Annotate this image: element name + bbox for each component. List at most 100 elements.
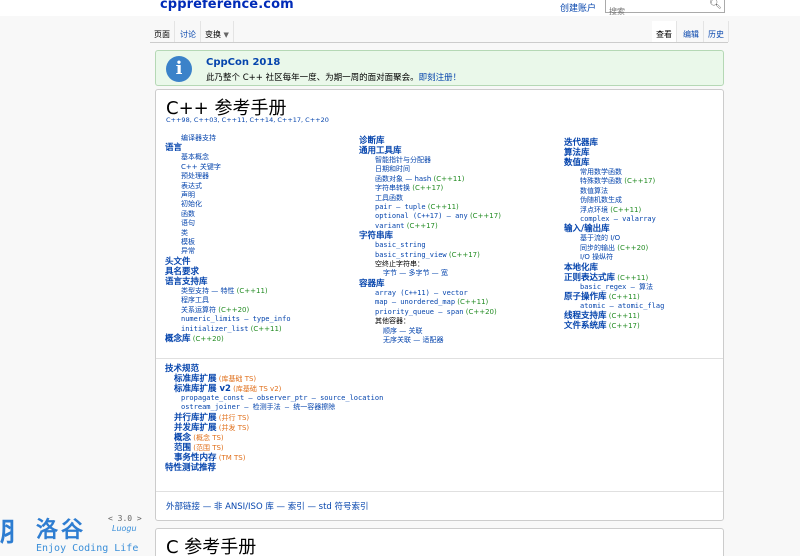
- list-item[interactable]: 顺序 — 关联: [359, 327, 564, 336]
- register-link[interactable]: 即刻注册！: [419, 73, 462, 83]
- section-heading[interactable]: 标准库扩展 v2 (库基础 TS v2): [165, 384, 715, 394]
- luogu-slogan: Enjoy Coding Life: [36, 543, 139, 554]
- section-heading[interactable]: 本地化库: [564, 263, 724, 273]
- notice-text: 此乃整个 C++ 社区每年一度、为期一周的面对面聚会。即刻注册！: [206, 73, 462, 83]
- list-item[interactable]: array (C++11) — vector: [359, 289, 564, 298]
- section-heading[interactable]: 诊断库: [359, 136, 564, 146]
- c-reference-title[interactable]: C 参考手册: [166, 533, 256, 556]
- list-item[interactable]: C++ 关键字: [165, 163, 355, 172]
- list-item[interactable]: map — unordered_map (C++11): [359, 298, 564, 307]
- top-bar: cppreference.com 创建账户 🔍︎: [0, 0, 800, 18]
- tab-variants[interactable]: 变换 ▼: [201, 21, 234, 42]
- create-account-link[interactable]: 创建账户: [560, 1, 596, 14]
- list-item[interactable]: 伪随机数生成: [564, 196, 724, 205]
- section-heading[interactable]: 概念库 (C++20): [165, 334, 355, 344]
- list-item[interactable]: 异常: [165, 247, 355, 256]
- site-logo[interactable]: cppreference.com: [160, 0, 294, 12]
- luogu-version: < 3.0 >: [108, 514, 142, 523]
- list-item[interactable]: 浮点环境 (C++11): [564, 206, 724, 215]
- list-item[interactable]: 预处理器: [165, 172, 355, 181]
- list-item[interactable]: 初始化: [165, 200, 355, 209]
- list-item[interactable]: 智能指针与分配器: [359, 156, 564, 165]
- tab-discussion[interactable]: 讨论: [176, 21, 201, 42]
- list-item[interactable]: initializer_list (C++11): [165, 325, 355, 334]
- list-item[interactable]: 字节 — 多字节 — 宽: [359, 269, 564, 278]
- column-language: 编译器支持 语言 基本概念 C++ 关键字 预处理器 表达式 声明 初始化 函数 语句类模板 异常头…: [165, 134, 355, 344]
- section-heading[interactable]: 具名要求: [165, 267, 355, 277]
- section-heading[interactable]: 范围 (范围 TS): [165, 443, 715, 453]
- search-input[interactable]: [606, 5, 706, 18]
- list-item[interactable]: basic_regex — 算法: [564, 283, 724, 292]
- section-heading[interactable]: 特性测试推荐: [165, 463, 715, 473]
- list-item[interactable]: 类: [165, 229, 355, 238]
- search-box[interactable]: 🔍︎: [605, 0, 725, 18]
- list-item[interactable]: ostream_joiner — 检测手法 — 统一容器擦除: [165, 403, 715, 412]
- section-heading[interactable]: 文件系统库 (C++17): [564, 321, 724, 331]
- list-item: 其他容器：: [375, 317, 410, 326]
- list-item[interactable]: 函数: [165, 210, 355, 219]
- footer-links[interactable]: 外部链接 — 非 ANSI/ISO 库 — 索引 — std 符号索引: [166, 500, 369, 512]
- section-heading[interactable]: 字符串库: [359, 231, 564, 241]
- tab-view[interactable]: 查看: [652, 21, 677, 42]
- section-heading[interactable]: 迭代器库: [564, 138, 724, 148]
- list-item[interactable]: 函数对象 — hash (C++11): [359, 175, 564, 184]
- list-item[interactable]: 语句: [165, 219, 355, 228]
- list-item[interactable]: 编译器支持: [165, 134, 355, 143]
- search-icon[interactable]: 🔍︎: [709, 0, 722, 10]
- section-heading[interactable]: 通用工具库: [359, 146, 564, 156]
- section-heading[interactable]: 原子操作库 (C++11): [564, 292, 724, 302]
- notice-title[interactable]: CppCon 2018: [206, 57, 280, 68]
- section-heading[interactable]: 语言支持库: [165, 277, 355, 287]
- section-heading[interactable]: 数值库: [564, 158, 724, 168]
- section-heading[interactable]: 事务性内存 (TM TS): [165, 453, 715, 463]
- luogu-logo-icon: ⺼: [0, 518, 27, 548]
- section-heading[interactable]: 容器库: [359, 279, 564, 289]
- divider: [156, 358, 723, 359]
- section-heading[interactable]: 并行库扩展 (并行 TS): [165, 413, 715, 423]
- list-item[interactable]: 常用数学函数: [564, 168, 724, 177]
- section-heading[interactable]: 并发库扩展 (并发 TS): [165, 423, 715, 433]
- standard-versions[interactable]: C++98, C++03, C++11, C++14, C++17, C++20: [166, 116, 329, 124]
- section-heading[interactable]: 正则表达式库 (C++11): [564, 273, 724, 283]
- section-heading[interactable]: 输入/输出库: [564, 224, 724, 234]
- list-item[interactable]: pair — tuple (C++11): [359, 203, 564, 212]
- list-item[interactable]: 数值算法: [564, 187, 724, 196]
- column-more-libraries: 迭代器库 算法库 数值库 常用数学函数 特殊数学函数 (C++17) 数值算法 伪随机数生成…: [564, 138, 724, 331]
- section-heading[interactable]: 技术规范: [165, 364, 715, 374]
- list-item[interactable]: I/O 操纵符: [564, 253, 724, 262]
- list-item[interactable]: variant (C++17): [359, 222, 564, 231]
- list-item[interactable]: 类型支持 — 特性 (C++11): [165, 287, 355, 296]
- cpp-reference-panel: C++ 参考手册 C++98, C++03, C++11, C++14, C++…: [155, 89, 724, 521]
- list-item[interactable]: basic_string: [359, 241, 564, 250]
- list-item[interactable]: 基于流的 I/O: [564, 234, 724, 243]
- column-libraries: 诊断库 通用工具库 智能指针与分配器 日期和时间 函数对象 — hash (C++11)…: [359, 136, 564, 345]
- list-item[interactable]: 字符串转换 (C++17): [359, 184, 564, 193]
- list-item[interactable]: 特殊数学函数 (C++17): [564, 177, 724, 186]
- list-item[interactable]: 关系运算符 (C++20): [165, 306, 355, 315]
- section-heading[interactable]: 语言: [165, 143, 355, 153]
- luogu-name: 洛谷: [36, 518, 87, 543]
- section-heading[interactable]: 标准库扩展 (库基础 TS): [165, 374, 715, 384]
- tab-edit[interactable]: 编辑: [679, 21, 704, 42]
- list-item[interactable]: basic_string_view (C++17): [359, 251, 564, 260]
- list-item[interactable]: 表达式: [165, 182, 355, 191]
- list-item[interactable]: propagate_const — observer_ptr — source_…: [165, 394, 715, 403]
- tab-history[interactable]: 历史: [704, 21, 729, 42]
- section-heading[interactable]: 算法库: [564, 148, 724, 158]
- list-item[interactable]: 日期和时间: [359, 165, 564, 174]
- section-heading[interactable]: 线程支持库 (C++11): [564, 311, 724, 321]
- luogu-watermark: ⺼ 洛谷 < 3.0 > Luogu Enjoy Coding Life: [0, 512, 150, 556]
- list-item[interactable]: 程序工具: [165, 296, 355, 305]
- cppcon-notice: i CppCon 2018 此乃整个 C++ 社区每年一度、为期一周的面对面聚会…: [155, 50, 724, 86]
- tab-page[interactable]: 页面: [150, 21, 175, 42]
- section-heading[interactable]: 头文件: [165, 257, 355, 267]
- list-item[interactable]: priority_queue — span (C++20): [359, 308, 564, 317]
- list-item[interactable]: 基本概念: [165, 153, 355, 162]
- list-item[interactable]: 同步的输出 (C++20): [564, 244, 724, 253]
- list-item[interactable]: 工具函数: [359, 194, 564, 203]
- technical-specifications: 技术规范 标准库扩展 (库基础 TS) 标准库扩展 v2 (库基础 TS v2) pr…: [165, 364, 715, 473]
- list-item[interactable]: numeric_limits — type_info: [165, 315, 355, 324]
- list-item[interactable]: optional (C++17) — any (C++17): [359, 212, 564, 221]
- section-heading[interactable]: 概念 (概念 TS): [165, 433, 715, 443]
- list-item[interactable]: 无序关联 — 适配器: [359, 336, 564, 345]
